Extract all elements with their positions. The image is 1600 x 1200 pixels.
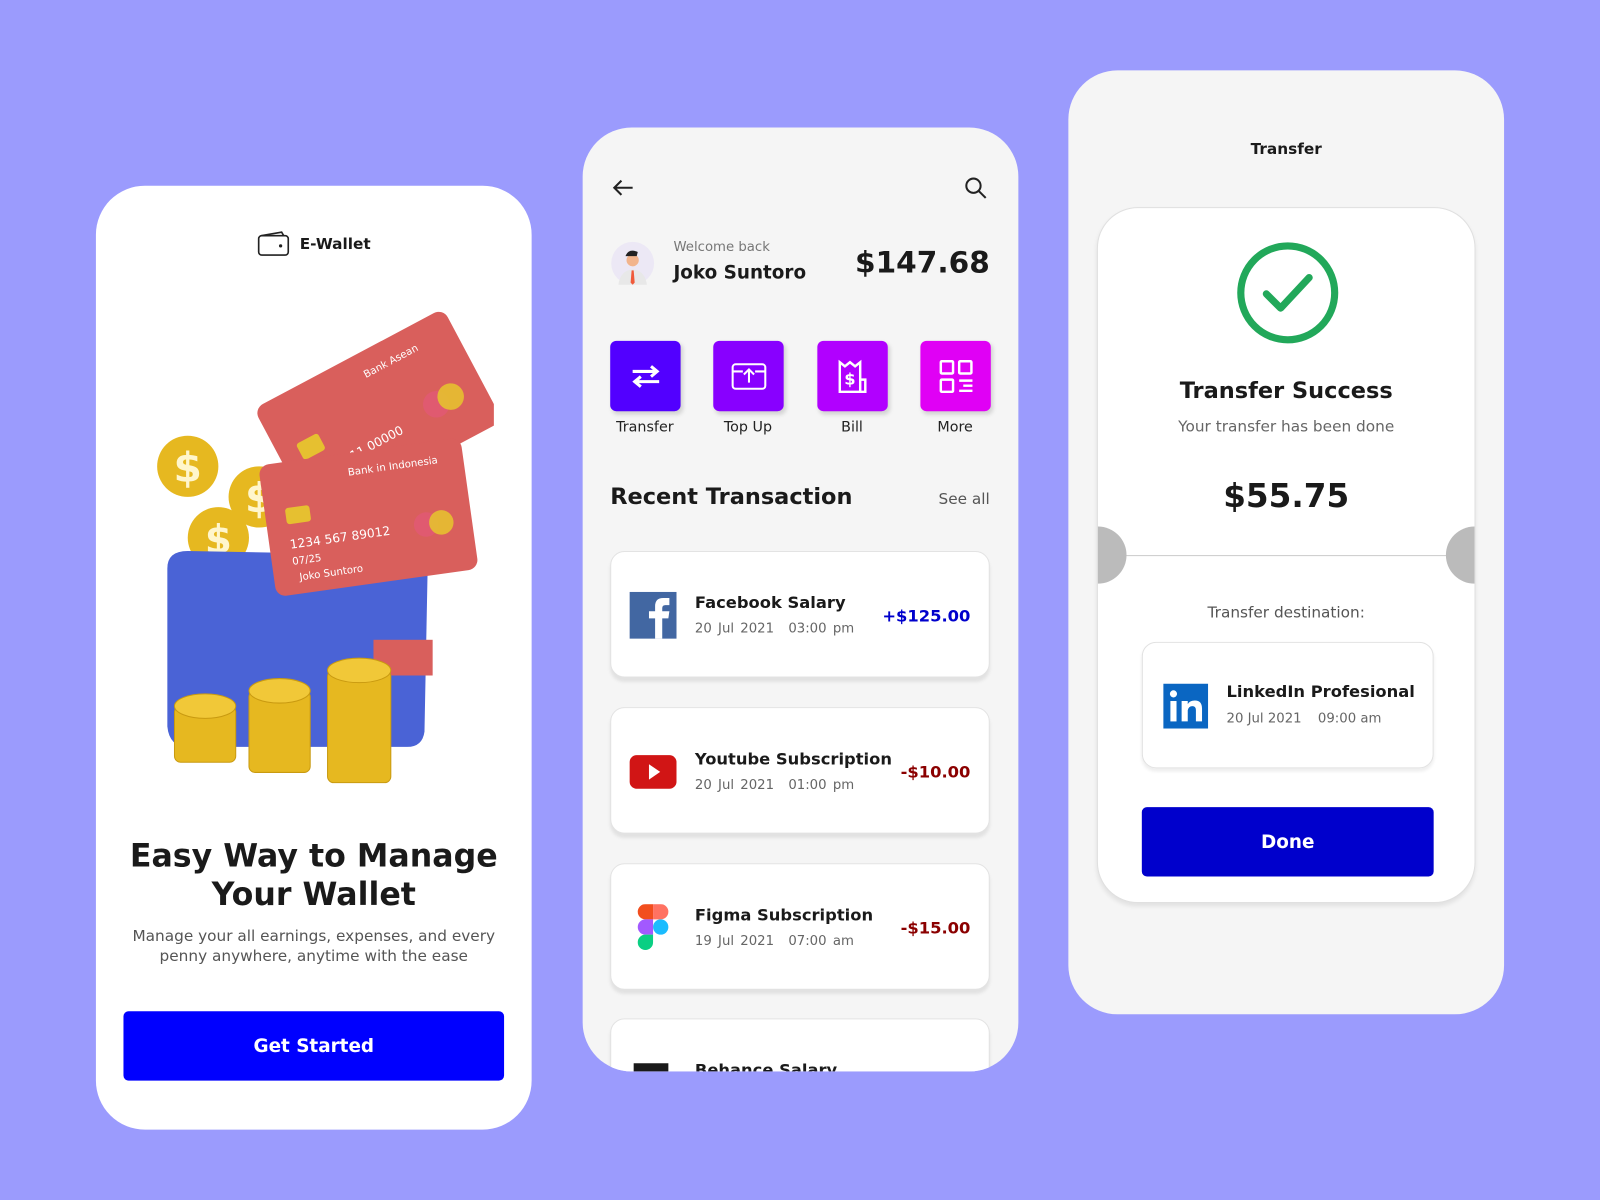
transaction-amount: -$10.00: [900, 762, 971, 782]
see-all-link[interactable]: See all: [938, 490, 989, 508]
transfer-icon[interactable]: [610, 340, 681, 412]
transaction-row[interactable]: Facebook Salary 20 Jul 2021 03:00 pm +$12…: [610, 551, 990, 678]
home-screen: Welcome back Joko Suntoro $147.68 Transf…: [582, 127, 1019, 1072]
transaction-name: Youtube Subscription: [694, 748, 892, 769]
transaction-date: 19 Jul 2021: [694, 933, 775, 949]
arrow-left-icon[interactable]: [611, 177, 635, 199]
destination-card: LinkedIn Profesional 20 Jul 2021 09:00 am: [1141, 641, 1434, 769]
svg-text:$: $: [174, 444, 202, 492]
success-title: Transfer Success: [1179, 378, 1393, 405]
user-name: Joko Suntoro: [673, 262, 807, 284]
linkedin-icon: [1163, 683, 1209, 729]
transaction-date: 20 Jul 2021: [694, 777, 775, 793]
wallet-icon: [257, 231, 289, 256]
search-icon[interactable]: [963, 176, 987, 200]
destination-datetime: 20 Jul 2021 09:00 am: [1227, 711, 1382, 726]
quick-action-label: Top Up: [723, 419, 773, 436]
transaction-name: Figma Subscription: [694, 905, 874, 925]
transaction-row[interactable]: Figma Subscription 19 Jul 2021 07:00 am -…: [610, 863, 990, 990]
destination-time: 09:00 am: [1317, 711, 1382, 727]
transaction-datetime: 19 Jul 2021 07:00 am: [695, 934, 854, 949]
brand: E-Wallet: [96, 231, 532, 258]
get-started-button[interactable]: Get Started: [123, 1011, 505, 1081]
destination-label: Transfer destination:: [1207, 603, 1365, 622]
hero-title: Easy Way to Manage Your Wallet: [129, 837, 498, 914]
quick-action-label: Transfer: [616, 419, 674, 436]
ticket-notch: [1097, 526, 1127, 584]
transaction-row[interactable]: Behance Salary: [610, 1018, 990, 1072]
grid-icon[interactable]: [920, 340, 991, 412]
brand-name: E-Wallet: [299, 234, 371, 254]
transfer-amount: $55.75: [1223, 476, 1350, 516]
avatar: [611, 241, 655, 285]
screen-title: Transfer: [1250, 139, 1322, 159]
transaction-time: 07:00 am: [788, 933, 854, 949]
onboarding-screen: E-Wallet Bank Asean 5678 111 00000 2027 …: [95, 185, 532, 1130]
quick-action-label: Bill: [841, 419, 863, 436]
transaction-datetime: 20 Jul 2021 01:00 pm: [695, 778, 854, 793]
balance: $147.68: [854, 244, 990, 280]
ticket-notch: [1445, 526, 1475, 584]
svg-text:$: $: [844, 369, 855, 388]
check-circle-icon: [1237, 242, 1339, 344]
transaction-amount: -$15.00: [900, 918, 971, 938]
transaction-time: 01:00 pm: [788, 777, 855, 793]
transaction-name: Behance Salary: [694, 1060, 838, 1072]
facebook-icon: [629, 591, 677, 639]
divider: [1118, 555, 1455, 557]
transfer-success-screen: Transfer Transfer Success Your transfer …: [1068, 70, 1505, 1015]
receipt-card: Transfer Success Your transfer has been …: [1096, 207, 1476, 904]
transaction-time: 03:00 pm: [788, 621, 855, 637]
figma-icon: [637, 904, 669, 950]
transaction-amount: +$125.00: [882, 606, 971, 626]
wallet-illustration: Bank Asean 5678 111 00000 2027 $ $ $ Ban…: [157, 311, 494, 784]
behance-icon: [633, 1063, 669, 1072]
hero-subtitle: Manage your all earnings, expenses, and …: [132, 926, 496, 966]
transaction-name: Facebook Salary: [694, 592, 846, 613]
quick-action-label: More: [937, 419, 973, 436]
transaction-date: 20 Jul 2021: [694, 621, 775, 637]
recent-transactions-title: Recent Transaction: [610, 484, 853, 511]
done-button[interactable]: Done: [1141, 807, 1434, 877]
transaction-datetime: 20 Jul 2021 03:00 pm: [695, 621, 854, 636]
destination-date: 20 Jul 2021: [1226, 711, 1302, 727]
youtube-icon: [629, 755, 677, 789]
bill-icon[interactable]: $: [817, 340, 888, 412]
transaction-row[interactable]: Youtube Subscription 20 Jul 2021 01:00 pm…: [610, 707, 990, 834]
destination-name: LinkedIn Profesional: [1226, 681, 1415, 702]
top-up-icon[interactable]: [713, 340, 784, 412]
success-subtitle: Your transfer has been done: [1178, 417, 1395, 436]
welcome-text: Welcome back: [673, 239, 770, 256]
